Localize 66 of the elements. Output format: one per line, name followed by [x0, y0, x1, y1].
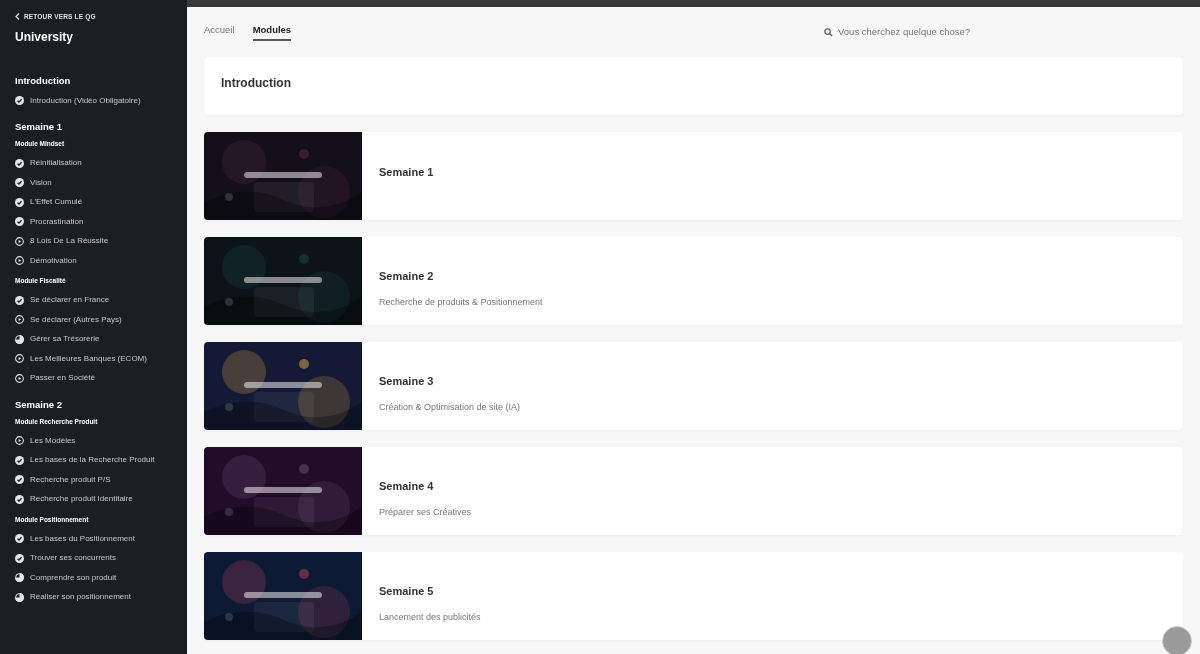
lesson-item[interactable]: Passer en Société — [15, 368, 172, 388]
avatar[interactable] — [1162, 626, 1192, 654]
lesson-item[interactable]: L'Effet Cumulé — [15, 192, 172, 212]
module-title: Semaine 1 — [379, 165, 434, 180]
lesson-item[interactable]: Introduction (Vidéo Obligatoire) — [15, 90, 172, 111]
lesson-item[interactable]: Démotivation — [15, 250, 172, 271]
progress-pie-icon — [15, 592, 24, 602]
module-subtitle: Recherche de produits & Positionnement — [379, 295, 543, 309]
progress-pie-icon — [15, 573, 24, 582]
lesson-item[interactable]: Les Meilleures Banques (ECOM) — [15, 348, 172, 369]
section-title: Semaine 1 — [15, 121, 63, 134]
module-title: Semaine 3 — [379, 374, 435, 389]
lesson-item[interactable]: Procrastination — [15, 211, 172, 232]
check-circle-icon — [15, 295, 24, 305]
section-title: Introduction — [15, 74, 72, 87]
lesson-item[interactable]: Réaliser son positionnement — [15, 587, 172, 607]
play-circle-icon — [15, 373, 24, 383]
check-circle-icon — [15, 158, 24, 168]
play-circle-icon — [15, 236, 24, 246]
check-circle-icon — [15, 178, 24, 187]
module-card[interactable]: Semaine 3 Création & Optimisation de site (IA) — [204, 342, 1183, 430]
check-circle-icon — [15, 475, 24, 484]
play-circle-icon — [15, 256, 24, 265]
lesson-item[interactable]: Les bases du Positionnement — [15, 528, 172, 549]
lesson-item[interactable]: Vision — [15, 172, 172, 193]
check-circle-icon — [15, 96, 24, 105]
lesson-item[interactable]: Se déclarer en France — [15, 290, 172, 310]
module-subtitle: Lancement des publicités — [379, 610, 481, 624]
nav-tab[interactable]: Modules — [252, 22, 292, 42]
module-title: Semaine 5 — [379, 584, 435, 599]
lesson-item[interactable]: Trouver ses concurrents — [15, 548, 172, 568]
module-card[interactable]: Semaine 5 Lancement des publicités — [204, 552, 1183, 640]
play-circle-icon — [15, 354, 24, 363]
lesson-item[interactable]: Réinitialisation — [15, 153, 172, 173]
check-circle-icon — [15, 494, 24, 504]
check-circle-icon — [15, 534, 24, 543]
module-card[interactable]: Semaine 1 — [204, 132, 1183, 220]
lesson-item[interactable]: Recherche produit P/S — [15, 469, 172, 490]
module-card[interactable]: Semaine 2 Recherche de produits & Positionnement — [204, 237, 1183, 325]
search-icon — [824, 27, 833, 37]
check-circle-icon — [15, 197, 24, 207]
module-title: Semaine 2 — [379, 269, 435, 284]
progress-pie-icon — [15, 334, 24, 344]
lesson-item[interactable]: Les Modèles — [15, 430, 172, 451]
lesson-item[interactable]: Recherche produit Identitaire — [15, 489, 172, 509]
chevron-left-icon — [15, 13, 20, 21]
section-title: Semaine 2 — [15, 398, 63, 411]
module-card[interactable]: Semaine 4 Préparer ses Créatives — [204, 447, 1183, 535]
lesson-item[interactable]: Gérer sa Trésorerie — [15, 329, 172, 349]
nav-tab[interactable]: Accueil — [204, 22, 235, 42]
play-circle-icon — [15, 315, 24, 324]
module-subtitle: Création & Optimisation de site (IA) — [379, 400, 521, 414]
check-circle-icon — [15, 455, 24, 465]
lesson-item[interactable]: Les bases de la Recherche Produit — [15, 450, 172, 470]
check-circle-icon — [15, 217, 24, 226]
lesson-item[interactable]: 8 Lois De La Réussite — [15, 231, 172, 251]
module-title: Semaine 4 — [379, 479, 435, 494]
lesson-item[interactable]: Se déclarer (Autres Pays) — [15, 309, 172, 330]
sidebar-title: University — [15, 30, 75, 43]
card-title: Introduction — [221, 75, 292, 92]
play-circle-icon — [15, 436, 24, 445]
intro-card[interactable]: Introduction — [204, 57, 1183, 115]
module-subtitle: Préparer ses Créatives — [379, 505, 472, 519]
search-field[interactable]: Vous cherchez quelque chose? — [824, 24, 1008, 40]
check-circle-icon — [15, 553, 24, 563]
lesson-item[interactable]: Comprendre son produit — [15, 567, 172, 588]
